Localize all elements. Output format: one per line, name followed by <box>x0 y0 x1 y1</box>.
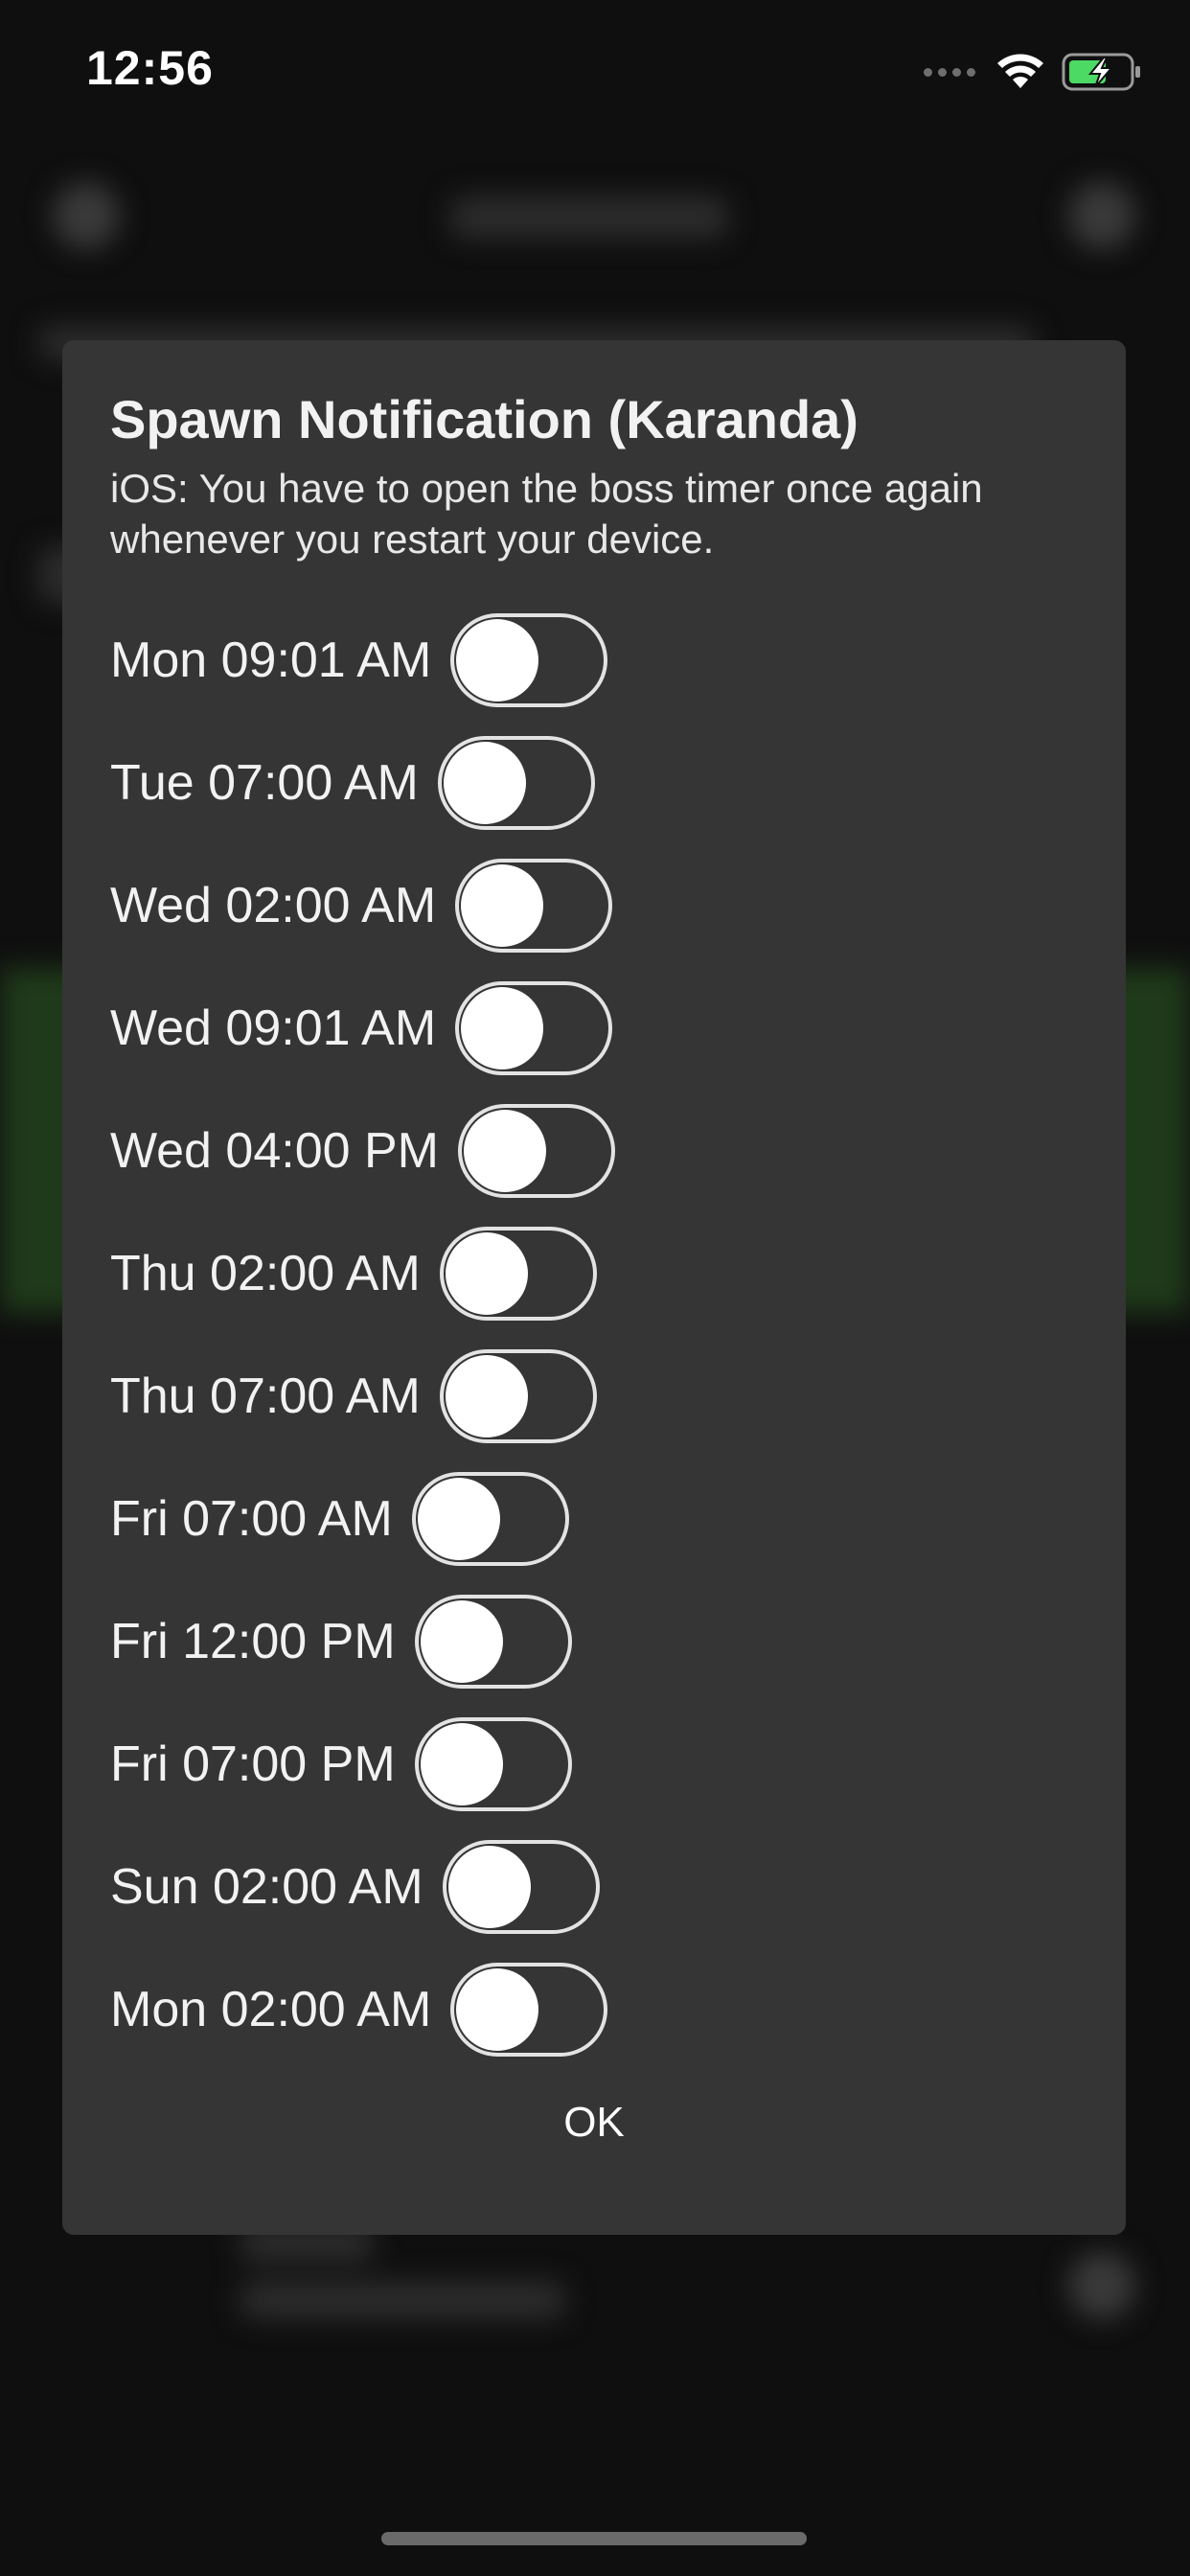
toggle-knob <box>464 1110 547 1192</box>
home-indicator[interactable] <box>381 2532 807 2545</box>
schedule-label: Sun 02:00 AM <box>110 1859 423 1915</box>
notification-toggle[interactable] <box>411 1472 569 1566</box>
schedule-row: Sun 02:00 AM <box>110 1826 1078 1948</box>
notification-toggle[interactable] <box>442 1840 600 1934</box>
status-time: 12:56 <box>86 41 214 95</box>
schedule-row: Fri 12:00 PM <box>110 1580 1078 1703</box>
toggle-knob <box>420 1600 503 1683</box>
toggle-knob <box>461 864 544 947</box>
schedule-label: Wed 02:00 AM <box>110 878 437 933</box>
spawn-notification-dialog: Spawn Notification (Karanda) iOS: You ha… <box>62 340 1126 2235</box>
schedule-row: Fri 07:00 AM <box>110 1458 1078 1580</box>
notification-toggle[interactable] <box>455 859 613 953</box>
toggle-knob <box>461 987 544 1070</box>
schedule-label: Wed 09:01 AM <box>110 1000 437 1056</box>
background-icon <box>1068 2252 1135 2319</box>
schedule-row: Mon 09:01 AM <box>110 599 1078 722</box>
status-icons <box>924 50 1142 94</box>
toggle-knob <box>445 1232 528 1315</box>
dialog-note: iOS: You have to open the boss timer onc… <box>110 466 983 562</box>
schedule-label: Thu 02:00 AM <box>110 1246 421 1301</box>
schedule-label: Fri 07:00 AM <box>110 1491 393 1547</box>
notification-toggle[interactable] <box>455 981 613 1075</box>
notification-toggle[interactable] <box>458 1104 616 1198</box>
dialog-title: Spawn Notification (Karanda) <box>110 389 858 449</box>
toggle-knob <box>443 742 526 824</box>
ok-button[interactable]: OK <box>62 2084 1126 2161</box>
notification-toggle[interactable] <box>414 1595 572 1689</box>
schedule-row: Thu 07:00 AM <box>110 1335 1078 1458</box>
schedule-row: Wed 02:00 AM <box>110 844 1078 967</box>
background-header-bar <box>450 196 728 239</box>
schedule-label: Fri 12:00 PM <box>110 1614 396 1669</box>
schedule-row: Tue 07:00 AM <box>110 722 1078 844</box>
cellular-signal-icon <box>924 67 975 77</box>
notification-toggle[interactable] <box>450 613 608 707</box>
toggle-knob <box>456 1968 539 2051</box>
wifi-icon <box>997 54 1043 88</box>
toggle-knob <box>417 1478 500 1560</box>
schedule-label: Fri 07:00 PM <box>110 1736 396 1792</box>
settings-icon <box>1068 182 1135 249</box>
toggle-knob <box>445 1355 528 1438</box>
notification-toggle[interactable] <box>450 1963 608 2057</box>
schedule-row: Thu 02:00 AM <box>110 1212 1078 1335</box>
notification-toggle[interactable] <box>437 736 595 830</box>
toggle-knob <box>420 1723 503 1806</box>
toggle-knob <box>456 619 539 702</box>
schedule-label: Wed 04:00 PM <box>110 1123 440 1179</box>
notification-toggle[interactable] <box>439 1349 597 1443</box>
toggle-knob <box>447 1846 531 1928</box>
notification-toggle[interactable] <box>414 1717 572 1811</box>
schedule-row: Fri 07:00 PM <box>110 1703 1078 1826</box>
battery-charging-icon <box>1062 53 1140 91</box>
schedule-row: Mon 02:00 AM <box>110 1948 1078 2071</box>
schedule-label: Tue 07:00 AM <box>110 755 419 811</box>
status-bar: 12:56 <box>0 0 1190 144</box>
schedule-label: Mon 09:01 AM <box>110 632 432 688</box>
schedule-list: Mon 09:01 AM Tue 07:00 AM Wed 02:00 AM W… <box>110 599 1078 2071</box>
schedule-label: Mon 02:00 AM <box>110 1982 432 2037</box>
schedule-row: Wed 09:01 AM <box>110 967 1078 1090</box>
menu-icon <box>53 182 120 249</box>
schedule-label: Thu 07:00 AM <box>110 1368 421 1424</box>
schedule-row: Wed 04:00 PM <box>110 1090 1078 1212</box>
notification-toggle[interactable] <box>439 1227 597 1321</box>
background-row <box>240 2281 565 2319</box>
